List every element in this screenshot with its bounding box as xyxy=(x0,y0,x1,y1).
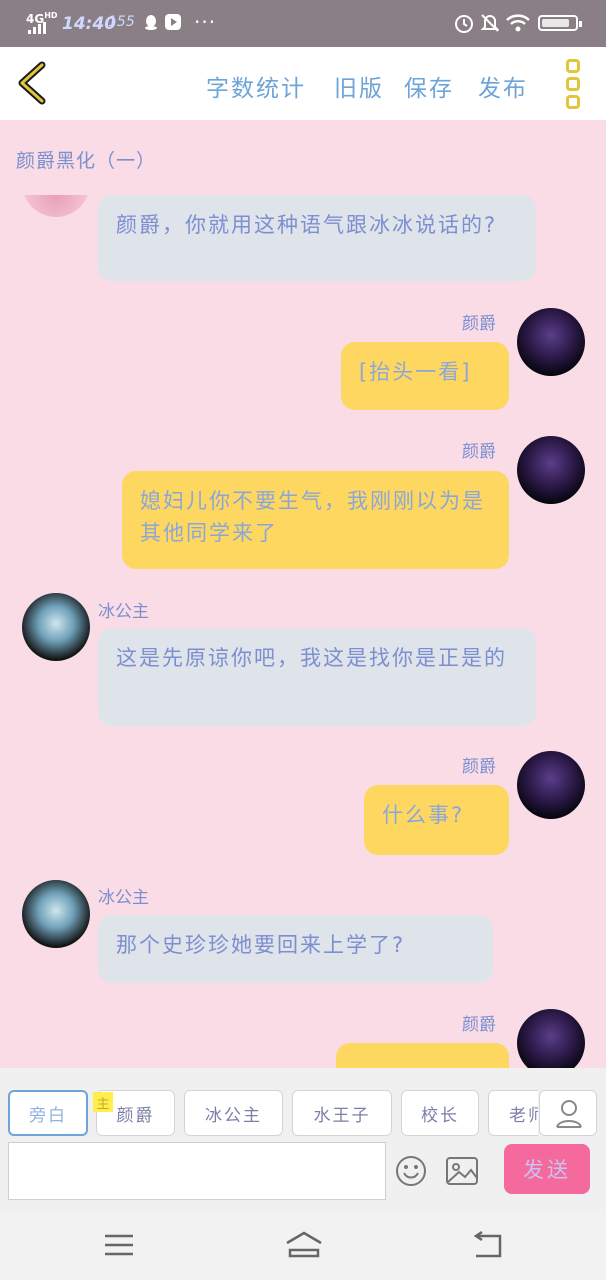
chat-area[interactable]: 颜爵，你就用这种语气跟冰冰说话的? 颜爵 [抬头一看] 颜爵 媳妇儿你不要生气，… xyxy=(0,195,606,1068)
chevron-left-icon[interactable] xyxy=(12,59,60,107)
system-nav-bar xyxy=(0,1210,606,1280)
qq-icon xyxy=(145,15,157,30)
send-button[interactable]: 发送 xyxy=(504,1144,590,1194)
sender-name: 颜爵 xyxy=(462,442,496,462)
back-icon[interactable] xyxy=(470,1230,506,1260)
message-bubble[interactable] xyxy=(336,1043,509,1068)
alarm-icon xyxy=(455,15,473,33)
network-speed: 155 xyxy=(108,14,135,30)
role-tab-water-prince[interactable]: 水王子 xyxy=(292,1090,392,1136)
video-app-icon xyxy=(165,14,181,30)
signal-icon xyxy=(28,22,50,34)
mute-notification-icon xyxy=(480,14,500,32)
avatar[interactable] xyxy=(22,593,90,661)
sender-name: 冰公主 xyxy=(98,888,149,908)
message-bubble[interactable]: 那个史珍珍她要回来上学了? xyxy=(98,915,493,983)
avatar[interactable] xyxy=(517,751,585,819)
home-icon[interactable] xyxy=(284,1230,324,1260)
avatar[interactable] xyxy=(517,436,585,504)
role-tab-principal[interactable]: 校长 xyxy=(401,1090,479,1136)
word-count-button[interactable]: 字数统计 xyxy=(206,69,306,103)
battery-icon xyxy=(538,15,582,31)
publish-button[interactable]: 发布 xyxy=(478,69,528,103)
message-input[interactable] xyxy=(8,1142,386,1200)
person-icon[interactable] xyxy=(539,1090,597,1136)
role-tab-bing-princess[interactable]: 冰公主 xyxy=(184,1090,283,1136)
message-bubble[interactable]: 这是先原谅你吧，我这是找你是正是的 xyxy=(98,628,536,726)
avatar xyxy=(22,195,90,217)
chat-title: 颜爵黑化（一） xyxy=(16,150,157,172)
sender-name: 颜爵 xyxy=(462,757,496,777)
save-button[interactable]: 保存 xyxy=(404,69,454,103)
main-role-badge: 主 xyxy=(93,1092,113,1112)
message-bubble[interactable]: 什么事? xyxy=(364,785,509,855)
more-notifications-icon: ··· xyxy=(194,10,217,34)
menu-icon[interactable] xyxy=(101,1230,137,1260)
old-version-button[interactable]: 旧版 xyxy=(334,69,384,103)
avatar[interactable] xyxy=(517,1009,585,1068)
image-icon[interactable] xyxy=(444,1154,480,1188)
avatar[interactable] xyxy=(517,308,585,376)
message-bubble[interactable]: 媳妇儿你不要生气，我刚刚以为是其他同学来了 xyxy=(122,471,509,569)
role-tab-narration[interactable]: 旁白 xyxy=(8,1090,88,1136)
wifi-icon xyxy=(506,14,530,32)
sender-name: 颜爵 xyxy=(462,1015,496,1035)
message-bubble[interactable]: 颜爵，你就用这种语气跟冰冰说话的? xyxy=(98,195,536,281)
avatar[interactable] xyxy=(22,880,90,948)
top-bar: 字数统计 旧版 保存 发布 xyxy=(0,47,606,120)
composer-panel: 旁白 颜爵 主 冰公主 水王子 校长 老师 发送 xyxy=(0,1068,606,1210)
sender-name: 颜爵 xyxy=(462,314,496,334)
role-tab-teacher[interactable]: 老师 xyxy=(488,1090,538,1136)
emoji-icon[interactable] xyxy=(394,1154,428,1188)
sender-name: 冰公主 xyxy=(98,602,149,622)
message-bubble[interactable]: [抬头一看] xyxy=(341,342,509,410)
more-vertical-icon[interactable] xyxy=(562,59,584,109)
status-bar: 4GHD 14:40 155 ··· xyxy=(0,0,606,47)
